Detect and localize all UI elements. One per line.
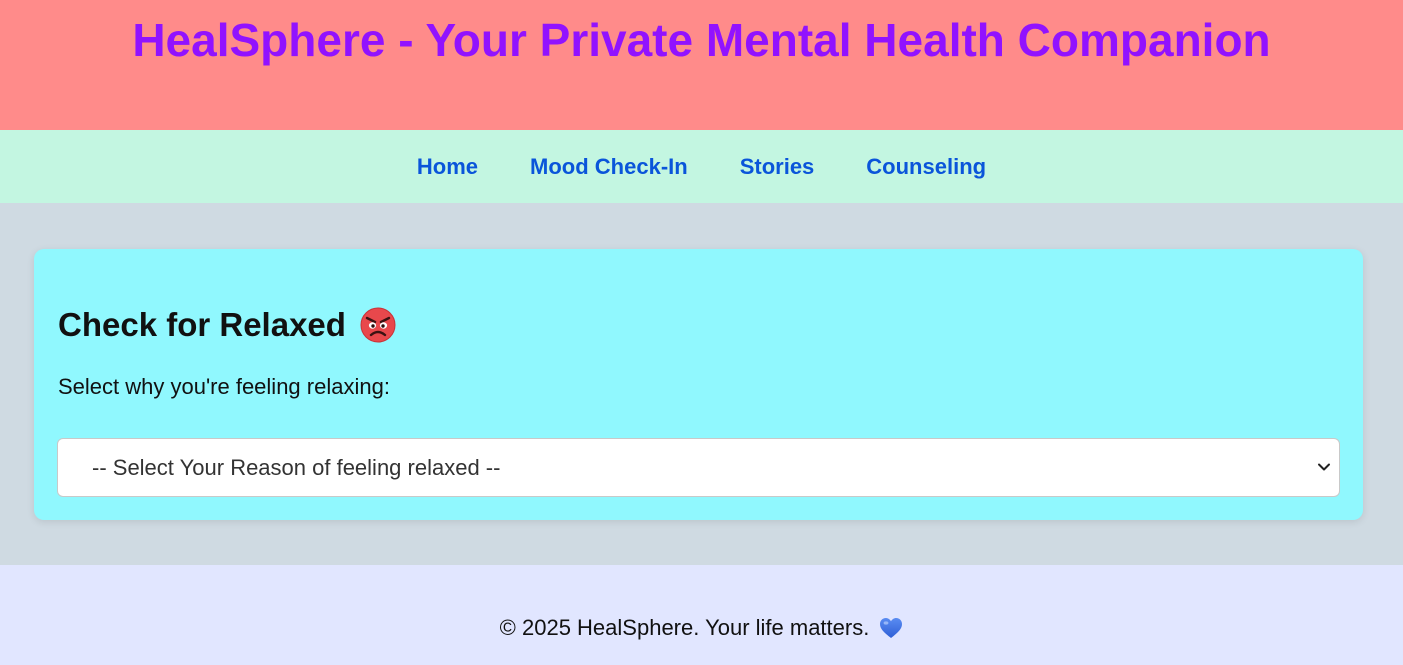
reason-select-value: -- Select Your Reason of feeling relaxed… (92, 454, 501, 480)
nav-link-stories[interactable]: Stories (740, 153, 815, 181)
main-nav: Home Mood Check-In Stories Counseling (0, 130, 1403, 203)
footer-text: © 2025 HealSphere. Your life matters. (499, 615, 870, 640)
site-header: HealSphere - Your Private Mental Health … (0, 0, 1403, 130)
nav-link-counseling[interactable]: Counseling (866, 153, 986, 181)
footer-content: © 2025 HealSphere. Your life matters. (500, 589, 904, 641)
nav-link-home[interactable]: Home (417, 153, 478, 181)
card-title-text: Check for Relaxed (58, 306, 346, 343)
card-title: Check for Relaxed (58, 305, 396, 345)
site-title: HealSphere - Your Private Mental Health … (132, 14, 1271, 66)
reason-select[interactable]: -- Select Your Reason of feeling relaxed… (57, 438, 1340, 497)
site-footer: © 2025 HealSphere. Your life matters. (0, 565, 1403, 665)
card-prompt: Select why you're feeling relaxing: (58, 374, 390, 399)
chevron-down-icon (1317, 460, 1331, 474)
nav-link-mood-check-in[interactable]: Mood Check-In (530, 153, 688, 181)
angry-face-icon (360, 307, 396, 343)
mood-check-card: Check for Relaxed Select why you're feel… (34, 249, 1363, 520)
blue-heart-icon (879, 617, 903, 639)
